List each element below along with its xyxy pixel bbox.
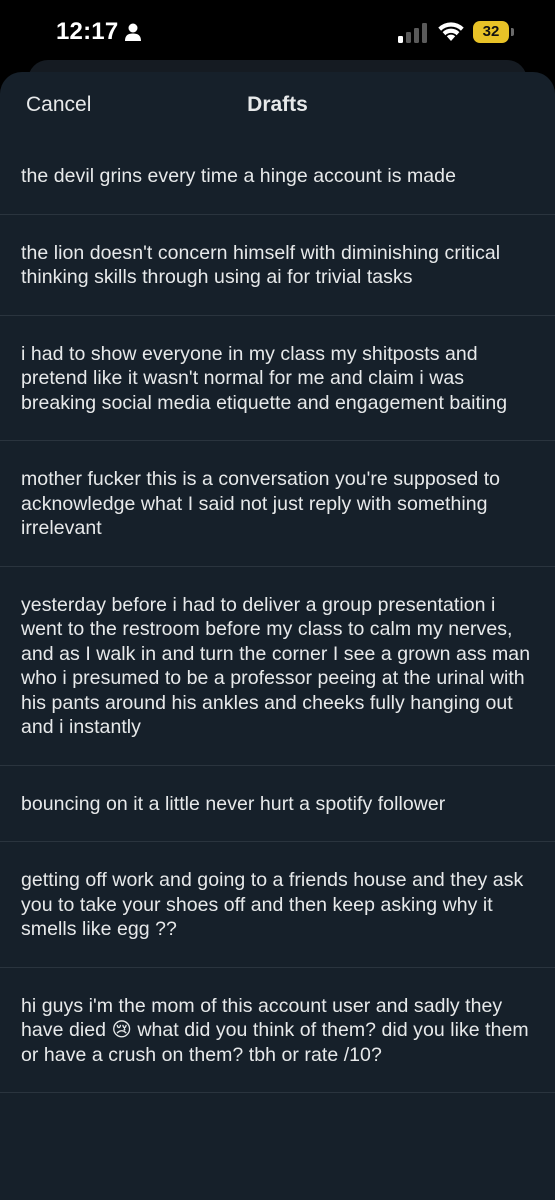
battery-icon: 32 xyxy=(473,21,515,43)
draft-text: the lion doesn't concern himself with di… xyxy=(21,241,501,289)
status-time: 12:17 xyxy=(56,18,119,45)
draft-item[interactable]: bouncing on it a little never hurt a spo… xyxy=(0,766,555,842)
drafts-list: the devil grins every time a hinge accou… xyxy=(0,138,555,1093)
draft-item[interactable]: the devil grins every time a hinge accou… xyxy=(0,138,555,215)
draft-text: bouncing on it a little never hurt a spo… xyxy=(21,792,446,815)
draft-item[interactable]: yesterday before i had to deliver a grou… xyxy=(0,567,555,766)
signal-icon xyxy=(398,23,427,43)
draft-text: the devil grins every time a hinge accou… xyxy=(21,165,456,187)
screen: 12:17 32 Cancel Drafts the devil grins e… xyxy=(0,0,555,1200)
status-bar: 12:17 32 xyxy=(0,0,555,66)
draft-text: yesterday before i had to deliver a grou… xyxy=(21,593,531,739)
status-time-group: 12:17 xyxy=(56,18,142,46)
battery-cap xyxy=(511,28,514,36)
draft-item[interactable]: the lion doesn't concern himself with di… xyxy=(0,215,555,316)
page-title: Drafts xyxy=(247,93,308,116)
draft-item[interactable]: i had to show everyone in my class my sh… xyxy=(0,316,555,441)
battery-level: 32 xyxy=(473,21,509,43)
draft-item[interactable]: hi guys i'm the mom of this account user… xyxy=(0,968,555,1093)
draft-item[interactable]: getting off work and going to a friends … xyxy=(0,842,555,968)
wifi-icon xyxy=(438,22,464,41)
person-icon xyxy=(125,23,142,41)
draft-text: mother fucker this is a conversation you… xyxy=(21,468,501,539)
draft-text: getting off work and going to a friends … xyxy=(21,869,524,940)
draft-text: i had to show everyone in my class my sh… xyxy=(21,342,508,414)
drafts-sheet: Cancel Drafts the devil grins every time… xyxy=(0,72,555,1200)
draft-text: hi guys i'm the mom of this account user… xyxy=(21,994,529,1066)
draft-item[interactable]: mother fucker this is a conversation you… xyxy=(0,441,555,567)
sheet-header: Cancel Drafts xyxy=(0,72,555,138)
